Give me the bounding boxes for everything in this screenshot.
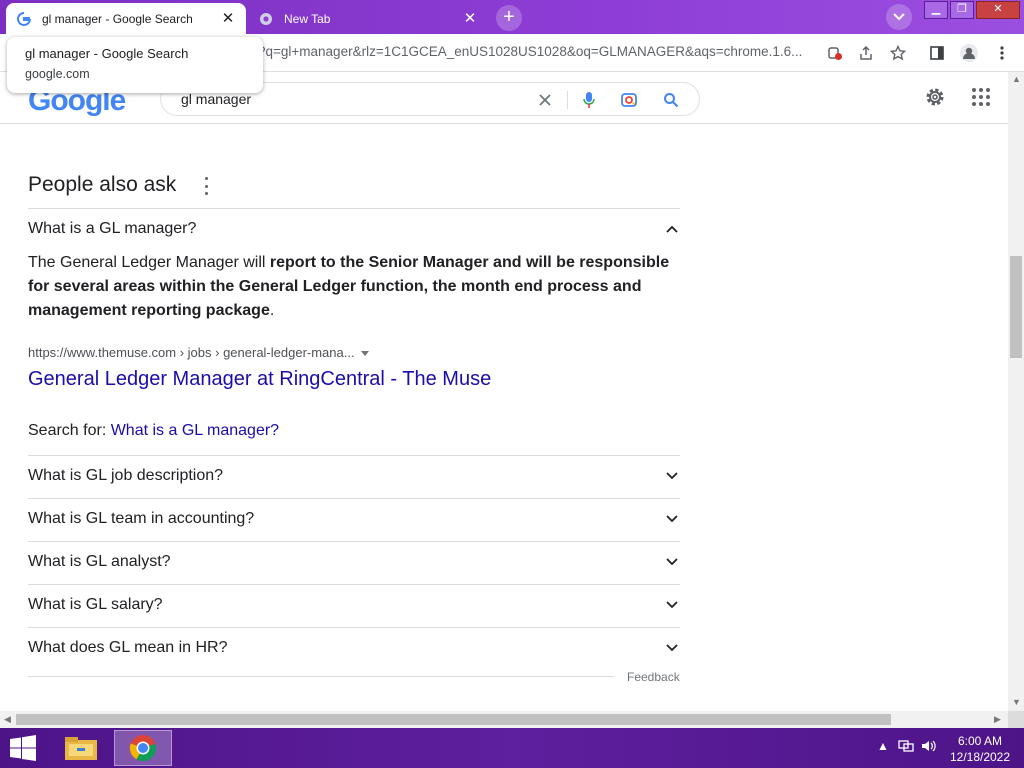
volume-icon[interactable] — [921, 739, 937, 756]
chevron-down-icon — [893, 13, 905, 21]
network-icon[interactable] — [898, 739, 914, 756]
chevron-up-icon — [666, 225, 678, 233]
cite-url: https://www.themuse.com › jobs › general… — [28, 345, 355, 360]
tab-close-icon[interactable]: ✕ — [220, 10, 236, 27]
paa-question[interactable]: What is GL job description? — [28, 455, 680, 497]
tray-expand-icon[interactable]: ▲ — [877, 739, 889, 753]
tab-search-button[interactable] — [886, 4, 912, 30]
search-results: People also ask What is a GL manager? Th… — [0, 125, 1008, 711]
chevron-down-icon — [666, 558, 678, 566]
scrollbar-corner — [1008, 711, 1024, 728]
feedback-divider — [28, 676, 614, 677]
lens-camera-icon[interactable] — [619, 90, 639, 110]
chevron-down-icon — [666, 472, 678, 480]
paa-question[interactable]: What is GL analyst? — [28, 541, 680, 583]
people-also-ask-title: People also ask — [28, 173, 177, 196]
search-box-divider — [567, 91, 568, 109]
chrome-favicon-icon — [258, 11, 274, 27]
blocked-icon[interactable] — [825, 43, 845, 63]
vertical-scroll-thumb[interactable] — [1010, 256, 1022, 358]
paa-question[interactable]: What is GL salary? — [28, 584, 680, 626]
chevron-down-icon — [666, 601, 678, 609]
answer-snippet: The General Ledger Manager will report t… — [28, 251, 688, 323]
feedback-link[interactable]: Feedback — [627, 670, 680, 684]
chrome-taskbar-icon[interactable] — [114, 730, 172, 766]
scroll-right-arrow-icon[interactable]: ▶ — [994, 714, 1001, 725]
vertical-scrollbar[interactable]: ▲ ▼ — [1008, 72, 1024, 711]
scroll-up-arrow-icon[interactable]: ▲ — [1012, 74, 1021, 84]
answer-tail: . — [269, 302, 275, 319]
horizontal-scrollbar[interactable]: ◀ ▶ — [0, 711, 1008, 728]
tab-close-icon[interactable]: ✕ — [462, 10, 478, 27]
tab-hover-tooltip: gl manager - Google Search google.com — [7, 37, 263, 93]
minimize-button[interactable]: ▁ — [924, 1, 948, 19]
horizontal-scroll-thumb[interactable] — [16, 714, 891, 725]
answer-lead: The General Ledger Manager will — [28, 254, 270, 271]
tooltip-domain: google.com — [25, 67, 90, 81]
caret-down-icon[interactable] — [360, 351, 369, 357]
browser-titlebar: gl manager - Google Search ✕ New Tab ✕ +… — [0, 0, 1024, 34]
bookmark-star-icon[interactable] — [888, 43, 908, 63]
google-favicon-icon — [16, 11, 32, 27]
question-text: What is GL analyst? — [28, 553, 171, 570]
search-for-label: Search for: — [28, 422, 111, 439]
search-icon[interactable] — [661, 90, 681, 110]
question-text: What is a GL manager? — [28, 220, 197, 237]
file-explorer-icon[interactable] — [52, 730, 110, 766]
browser-menu-icon[interactable] — [992, 43, 1012, 63]
tab-google-search[interactable]: gl manager - Google Search ✕ — [6, 3, 246, 34]
scroll-down-arrow-icon[interactable]: ▼ — [1012, 697, 1021, 707]
paa-question[interactable]: What is GL team in accounting? — [28, 498, 680, 540]
paa-question[interactable]: What does GL mean in HR? — [28, 627, 680, 669]
chevron-down-icon — [666, 515, 678, 523]
tooltip-title: gl manager - Google Search — [25, 46, 189, 61]
google-apps-icon[interactable] — [971, 87, 991, 107]
question-text: What is GL salary? — [28, 596, 163, 613]
clear-search-icon[interactable] — [535, 90, 555, 110]
question-text: What does GL mean in HR? — [28, 639, 228, 656]
restore-button[interactable]: ❐ — [950, 1, 974, 19]
address-bar[interactable]: ?q=gl+manager&rlz=1C1GCEA_enUS1028US1028… — [258, 44, 813, 59]
clock-time: 6:00 AM — [957, 734, 1003, 748]
share-icon[interactable] — [856, 43, 876, 63]
result-title-link[interactable]: General Ledger Manager at RingCentral - … — [28, 368, 491, 391]
more-options-icon[interactable] — [199, 177, 213, 195]
profile-avatar-icon[interactable] — [959, 43, 979, 63]
chevron-down-icon — [666, 644, 678, 652]
paa-question-expanded[interactable]: What is a GL manager? — [28, 208, 680, 250]
tab-title: New Tab — [284, 11, 331, 26]
voice-search-icon[interactable] — [579, 90, 599, 110]
search-for: Search for: What is a GL manager? — [28, 422, 279, 440]
side-panel-icon[interactable] — [927, 43, 947, 63]
question-text: What is GL job description? — [28, 467, 224, 484]
clock-date: 12/18/2022 — [949, 750, 1011, 764]
windows-start-icon[interactable] — [8, 735, 38, 761]
taskbar-clock[interactable]: 6:00 AM 12/18/2022 — [946, 733, 1014, 765]
search-for-link[interactable]: What is a GL manager? — [111, 422, 279, 439]
tab-new-tab[interactable]: New Tab ✕ — [248, 3, 488, 34]
result-citation[interactable]: https://www.themuse.com › jobs › general… — [28, 345, 369, 360]
windows-taskbar: ▲ 6:00 AM 12/18/2022 — [0, 728, 1024, 768]
new-tab-button[interactable]: + — [496, 5, 522, 31]
question-text: What is GL team in accounting? — [28, 510, 255, 527]
scroll-left-arrow-icon[interactable]: ◀ — [4, 714, 11, 725]
tab-title: gl manager - Google Search — [42, 11, 193, 26]
search-input[interactable]: gl manager — [181, 91, 251, 107]
close-window-button[interactable]: ✕ — [976, 1, 1020, 19]
settings-gear-icon[interactable] — [923, 85, 947, 109]
